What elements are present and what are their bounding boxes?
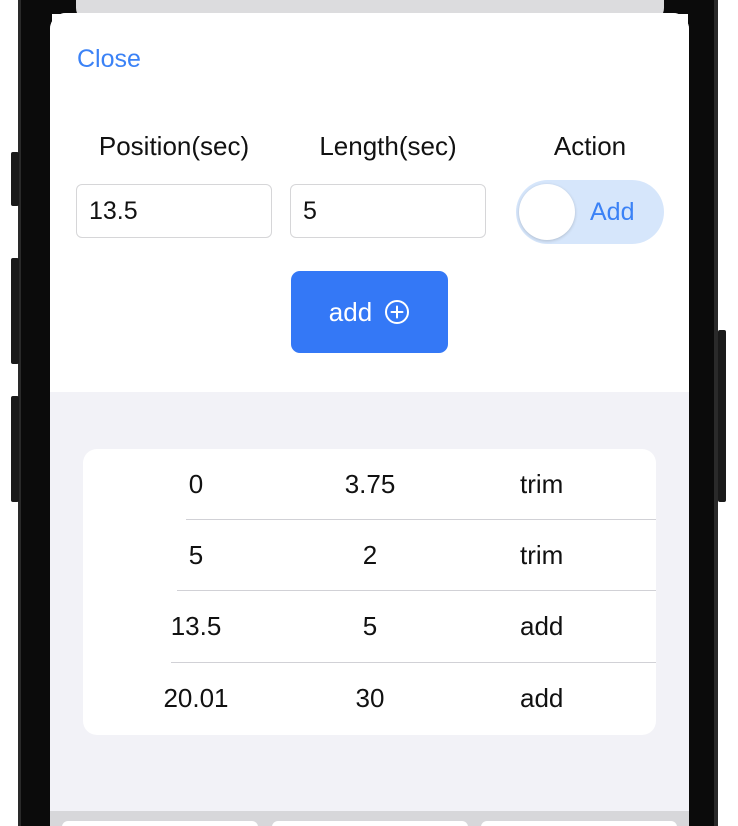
entry-position: 5 [188,540,204,570]
entry-length: 2 [362,540,378,570]
phone-bezel-left [18,0,52,826]
entry-position: 0 [188,469,204,499]
list-item[interactable]: 5 2 trim [83,520,656,591]
add-button[interactable]: add [291,271,448,353]
entry-action: trim [520,540,564,570]
bottom-segment[interactable] [272,821,468,826]
entry-position: 13.5 [170,611,222,641]
length-input[interactable]: 5 [290,184,486,238]
toggle-label: Add [590,198,635,226]
list-item[interactable]: 13.5 5 add [83,591,656,662]
entries-list: 0 3.75 trim 5 2 trim 13.5 5 add 20.01 30… [83,449,656,735]
bottom-segment[interactable] [481,821,677,826]
entry-length: 5 [362,611,378,641]
length-label: Length(sec) [319,131,457,161]
modal-sheet: Close Position(sec) Length(sec) Action 1… [50,13,689,826]
entry-length: 30 [355,683,385,713]
plus-circle-icon [384,299,410,325]
action-toggle[interactable]: Add [516,180,664,244]
position-input-value: 13.5 [89,196,138,225]
power-button [718,330,726,502]
entry-action: add [520,683,564,713]
add-button-label: add [328,296,373,327]
bottom-segment[interactable] [62,821,258,826]
entry-position: 20.01 [163,683,229,713]
toggle-knob [519,184,575,240]
close-button[interactable]: Close [77,45,141,74]
volume-button-down [11,396,19,502]
position-label: Position(sec) [98,131,250,161]
volume-button-top [11,152,19,206]
entry-length: 3.75 [344,469,396,499]
entry-action: add [520,611,564,641]
position-input[interactable]: 13.5 [76,184,272,238]
list-item[interactable]: 0 3.75 trim [83,449,656,520]
volume-button-up [11,258,19,364]
form-section: Close Position(sec) Length(sec) Action 1… [50,13,689,392]
length-input-value: 5 [303,196,317,225]
action-label: Action [553,131,627,161]
entry-action: trim [520,469,564,499]
list-item[interactable]: 20.01 30 add [83,663,656,734]
